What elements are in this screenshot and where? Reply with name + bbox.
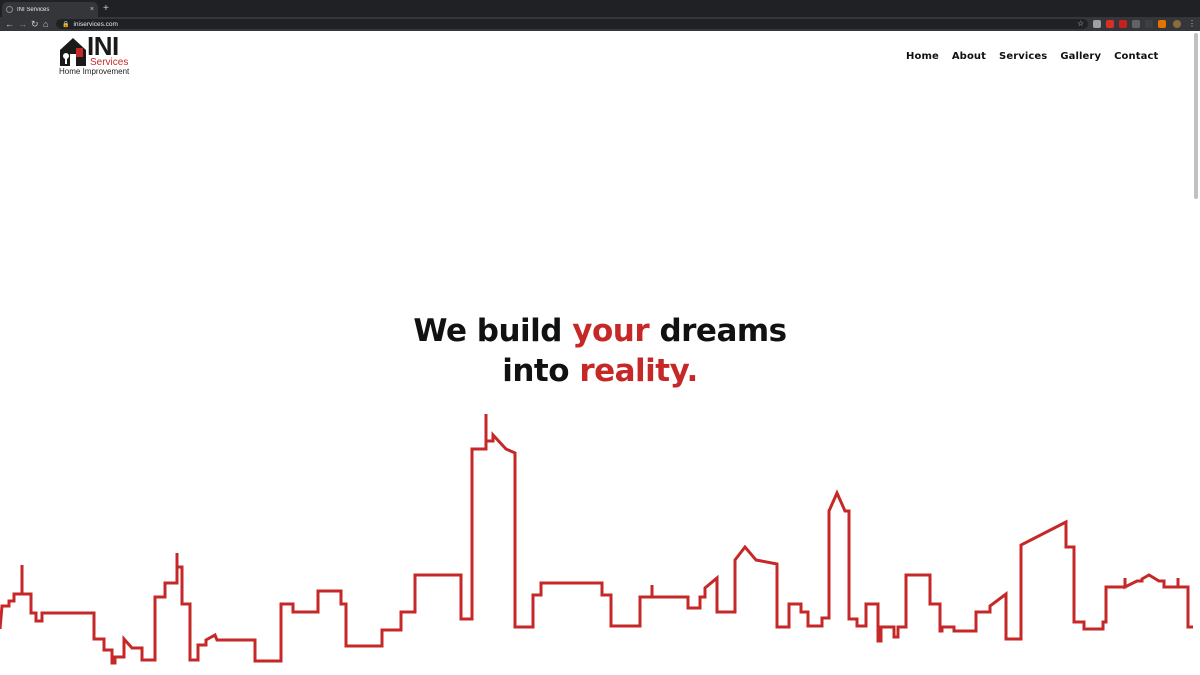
nav-contact[interactable]: Contact (1114, 50, 1158, 64)
forward-icon[interactable]: → (18, 18, 27, 30)
logo-wordmark: INI (87, 31, 119, 61)
site-logo[interactable]: INI Services Home Improvement (59, 32, 139, 76)
hero-accent-text: reality. (579, 353, 698, 389)
extension-icon[interactable] (1093, 20, 1101, 28)
extension-icon[interactable] (1158, 20, 1166, 28)
profile-avatar[interactable] (1173, 20, 1181, 28)
browser-tab[interactable]: INI Services × (2, 2, 98, 17)
extension-icon[interactable] (1145, 20, 1153, 28)
nav-home[interactable]: Home (906, 50, 939, 64)
browser-toolbar: ← → ↻ ⌂ 🔒 iniservices.com ☆ ⋮ (0, 17, 1200, 31)
address-bar[interactable]: 🔒 iniservices.com (56, 19, 1088, 29)
house-tools-icon (60, 38, 86, 66)
main-nav: Home About Services Gallery Contact (906, 50, 1158, 64)
hero-headline: We build your dreams into reality. (0, 311, 1200, 391)
page: INI Services Home Improvement Home About… (0, 31, 1200, 675)
extension-icon[interactable] (1119, 20, 1127, 28)
star-icon[interactable]: ☆ (1077, 18, 1084, 30)
hero-accent-text: your (572, 313, 650, 349)
tab-title: INI Services (17, 6, 50, 13)
lock-icon: 🔒 (62, 21, 70, 28)
skyline-illustration (0, 414, 1193, 665)
extension-icon[interactable] (1106, 20, 1114, 28)
home-icon[interactable]: ⌂ (43, 18, 48, 30)
hero-text: dreams (649, 313, 787, 349)
new-tab-button[interactable]: + (103, 3, 109, 14)
nav-services[interactable]: Services (999, 50, 1047, 64)
extension-icon[interactable] (1132, 20, 1140, 28)
logo-tagline: Home Improvement (59, 67, 130, 76)
hero-text: We build (413, 313, 573, 349)
reload-icon[interactable]: ↻ (31, 18, 39, 30)
hero-text: into (502, 353, 580, 389)
scrollbar[interactable] (1194, 33, 1198, 199)
browser-tab-bar: INI Services × + (0, 0, 1200, 17)
menu-icon[interactable]: ⋮ (1188, 18, 1196, 30)
nav-about[interactable]: About (952, 50, 986, 64)
tab-close-icon[interactable]: × (90, 6, 94, 13)
nav-gallery[interactable]: Gallery (1060, 50, 1101, 64)
back-icon[interactable]: ← (5, 18, 14, 30)
tab-favicon-icon (6, 6, 13, 13)
url-text[interactable]: iniservices.com (73, 21, 117, 28)
